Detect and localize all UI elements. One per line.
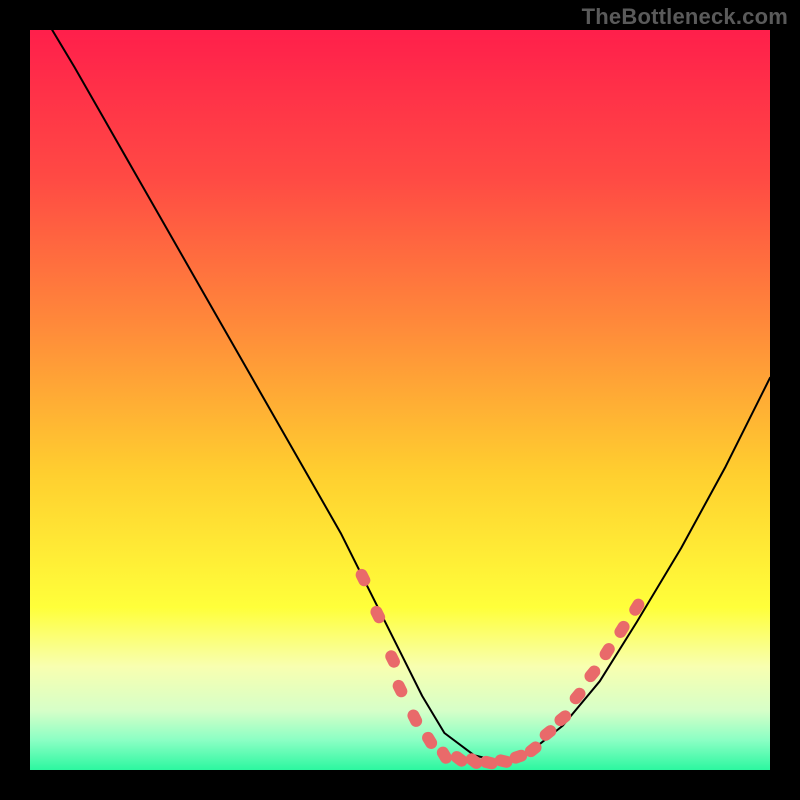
plot-area [30, 30, 770, 770]
chart-container: TheBottleneck.com [0, 0, 800, 800]
chart-svg [30, 30, 770, 770]
watermark-label: TheBottleneck.com [582, 4, 788, 30]
